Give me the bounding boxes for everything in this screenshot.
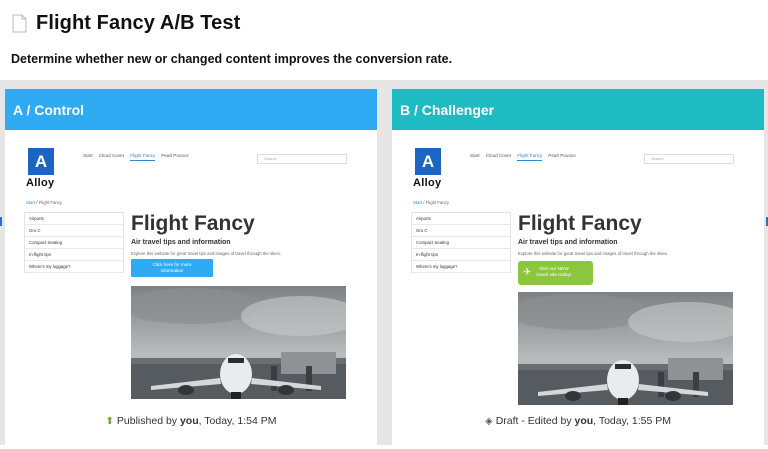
document-icon: [12, 14, 27, 33]
variant-b-header[interactable]: B / Challenger: [392, 89, 764, 130]
variant-b-preview[interactable]: A Alloy Start Cloud Cover Flight Fancy P…: [408, 142, 746, 412]
nav-cloud-cover[interactable]: Cloud Cover: [486, 153, 512, 161]
status-user: you: [179, 415, 199, 427]
menu-item[interactable]: Compact Seating: [25, 237, 123, 249]
site-nav: Start Cloud Cover Flight Fancy Pearl Pou…: [83, 153, 189, 161]
logo-letter: A: [28, 148, 54, 175]
menu-item[interactable]: Where's my luggage?: [25, 261, 123, 273]
alloy-logo: A Alloy: [413, 148, 445, 192]
status-prefix: Published by: [116, 415, 178, 427]
nav-flight-fancy[interactable]: Flight Fancy: [517, 153, 543, 161]
page-title: Flight Fancy A/B Test: [36, 12, 241, 34]
cta-button[interactable]: Click here for more information: [131, 259, 213, 277]
menu-item[interactable]: In-flight tips: [25, 249, 123, 261]
variant-b-status: ◈ Draft - Edited by you, Today, 1:55 PM: [392, 415, 764, 427]
layers-icon: ◈: [485, 416, 493, 427]
site-nav: Start Cloud Cover Flight Fancy Pearl Pou…: [470, 153, 576, 161]
site-search-input[interactable]: Search: [257, 154, 347, 164]
status-prefix: Draft - Edited by: [495, 415, 572, 427]
hero-description: Explore this website for great travel ti…: [131, 251, 281, 256]
nav-start[interactable]: Start: [470, 153, 480, 161]
menu-item[interactable]: Gru C: [412, 225, 510, 237]
variant-b-panel[interactable]: B / Challenger A Alloy Start Cloud Cover…: [392, 89, 764, 449]
plane-icon: ✈: [523, 267, 532, 279]
comparison-area: A / Control A Alloy Start Cloud Cover Fl…: [0, 80, 768, 449]
breadcrumb-home[interactable]: Start: [413, 200, 422, 205]
nav-cloud-cover[interactable]: Cloud Cover: [99, 153, 125, 161]
scroll-marker-left: [0, 217, 2, 226]
hero-description: Explore this website for great travel ti…: [518, 251, 668, 256]
nav-pearl-pounce[interactable]: Pearl Pounce: [548, 153, 576, 161]
menu-item[interactable]: In-flight tips: [412, 249, 510, 261]
hero-subtitle: Air travel tips and information: [131, 239, 231, 246]
menu-item[interactable]: Where's my luggage?: [412, 261, 510, 273]
breadcrumb: Start / Flight Fancy: [26, 200, 62, 205]
page-description: Determine whether new or changed content…: [11, 52, 453, 66]
nav-pearl-pounce[interactable]: Pearl Pounce: [161, 153, 189, 161]
variant-a-preview[interactable]: A Alloy Start Cloud Cover Flight Fancy P…: [21, 142, 359, 412]
alloy-logo: A Alloy: [26, 148, 58, 192]
nav-start[interactable]: Start: [83, 153, 93, 161]
menu-item[interactable]: Airports: [25, 213, 123, 225]
page-header: Flight Fancy A/B Test Determine whether …: [0, 0, 768, 80]
breadcrumb-home[interactable]: Start: [26, 200, 35, 205]
menu-item[interactable]: Airports: [412, 213, 510, 225]
variant-a-header[interactable]: A / Control: [5, 89, 377, 130]
title-row: Flight Fancy A/B Test: [12, 12, 240, 35]
logo-word: Alloy: [26, 177, 55, 189]
side-menu: Airports Gru C Compact Seating In-flight…: [24, 212, 124, 273]
breadcrumb-current: Flight Fancy: [425, 200, 450, 205]
cta-text: Visit our NEW travel site today!: [536, 267, 571, 279]
breadcrumb: Start / Flight Fancy: [413, 200, 449, 205]
hero-subtitle: Air travel tips and information: [518, 239, 618, 246]
cta-line-2: information: [160, 267, 184, 273]
status-time: , Today, 1:54 PM: [198, 415, 277, 427]
airplane-photo: [131, 286, 346, 399]
menu-item[interactable]: Compact Seating: [412, 237, 510, 249]
site-search-input[interactable]: Search: [644, 154, 734, 164]
cta-line-1: Visit our NEW: [538, 267, 569, 272]
status-user: you: [574, 415, 594, 427]
variant-a-status: ⬆ Published by you, Today, 1:54 PM: [5, 415, 377, 427]
arrow-up-icon: ⬆: [105, 416, 114, 427]
logo-word: Alloy: [413, 177, 442, 189]
variant-a-panel[interactable]: A / Control A Alloy Start Cloud Cover Fl…: [5, 89, 377, 449]
menu-item[interactable]: Gru C: [25, 225, 123, 237]
cta-line-2: travel site today!: [536, 273, 572, 278]
airplane-photo: [518, 292, 733, 405]
breadcrumb-current: Flight Fancy: [38, 200, 63, 205]
status-time: , Today, 1:55 PM: [593, 415, 671, 427]
nav-flight-fancy[interactable]: Flight Fancy: [130, 153, 156, 161]
logo-letter: A: [415, 148, 441, 175]
hero-title: Flight Fancy: [131, 212, 255, 235]
hero-title: Flight Fancy: [518, 212, 642, 235]
side-menu: Airports Gru C Compact Seating In-flight…: [411, 212, 511, 273]
cta-button[interactable]: ✈ Visit our NEW travel site today!: [518, 261, 593, 285]
